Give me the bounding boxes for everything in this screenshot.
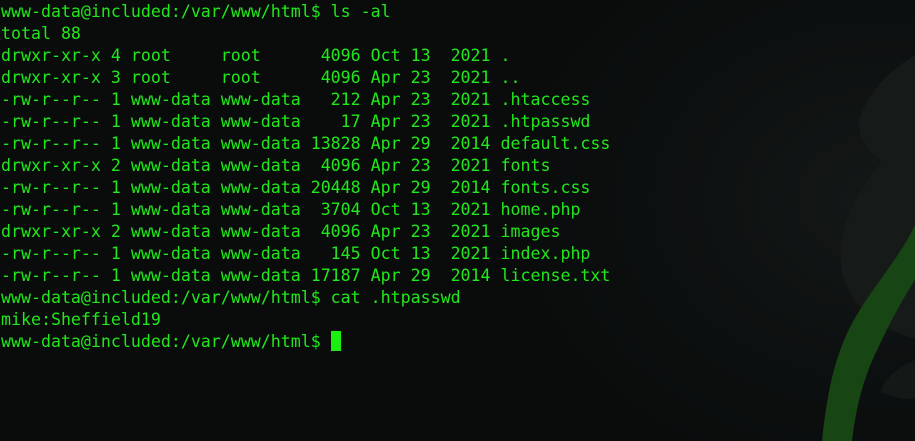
terminal-line-command-ls: www-data@included:/var/www/html$ ls -al: [1, 2, 391, 21]
terminal-window[interactable]: www-data@included:/var/www/html$ ls -al …: [0, 0, 915, 441]
terminal-line-total: total 88: [1, 24, 81, 43]
terminal-line-dir-current: drwxr-xr-x 4 root root 4096 Oct 13 2021 …: [1, 46, 511, 65]
terminal-line-home-php: -rw-r--r-- 1 www-data www-data 3704 Oct …: [1, 200, 581, 219]
terminal-line-credentials: mike:Sheffield19: [1, 310, 161, 329]
terminal-line-index-php: -rw-r--r-- 1 www-data www-data 145 Oct 1…: [1, 244, 591, 263]
terminal-line-fonts-dir: drwxr-xr-x 2 www-data www-data 4096 Apr …: [1, 156, 551, 175]
wallpaper-lower-shape: [880, 360, 915, 399]
terminal-prompt-line[interactable]: www-data@included:/var/www/html$: [1, 331, 901, 353]
terminal-line-fonts-css: -rw-r--r-- 1 www-data www-data 20448 Apr…: [1, 178, 591, 197]
terminal-line-default-css: -rw-r--r-- 1 www-data www-data 13828 Apr…: [1, 134, 611, 153]
terminal-line-command-cat: www-data@included:/var/www/html$ cat .ht…: [1, 288, 461, 307]
terminal-line-license-txt: -rw-r--r-- 1 www-data www-data 17187 Apr…: [1, 266, 611, 285]
terminal-line-images-dir: drwxr-xr-x 2 www-data www-data 4096 Apr …: [1, 222, 561, 241]
terminal-prompt: www-data@included:/var/www/html$: [1, 332, 321, 351]
terminal-line-dir-parent: drwxr-xr-x 3 root root 4096 Apr 23 2021 …: [1, 68, 521, 87]
terminal-cursor: [330, 331, 341, 351]
terminal-output: www-data@included:/var/www/html$ ls -al …: [1, 1, 901, 353]
terminal-line-htaccess: -rw-r--r-- 1 www-data www-data 212 Apr 2…: [1, 90, 591, 109]
terminal-line-htpasswd: -rw-r--r-- 1 www-data www-data 17 Apr 23…: [1, 112, 591, 131]
